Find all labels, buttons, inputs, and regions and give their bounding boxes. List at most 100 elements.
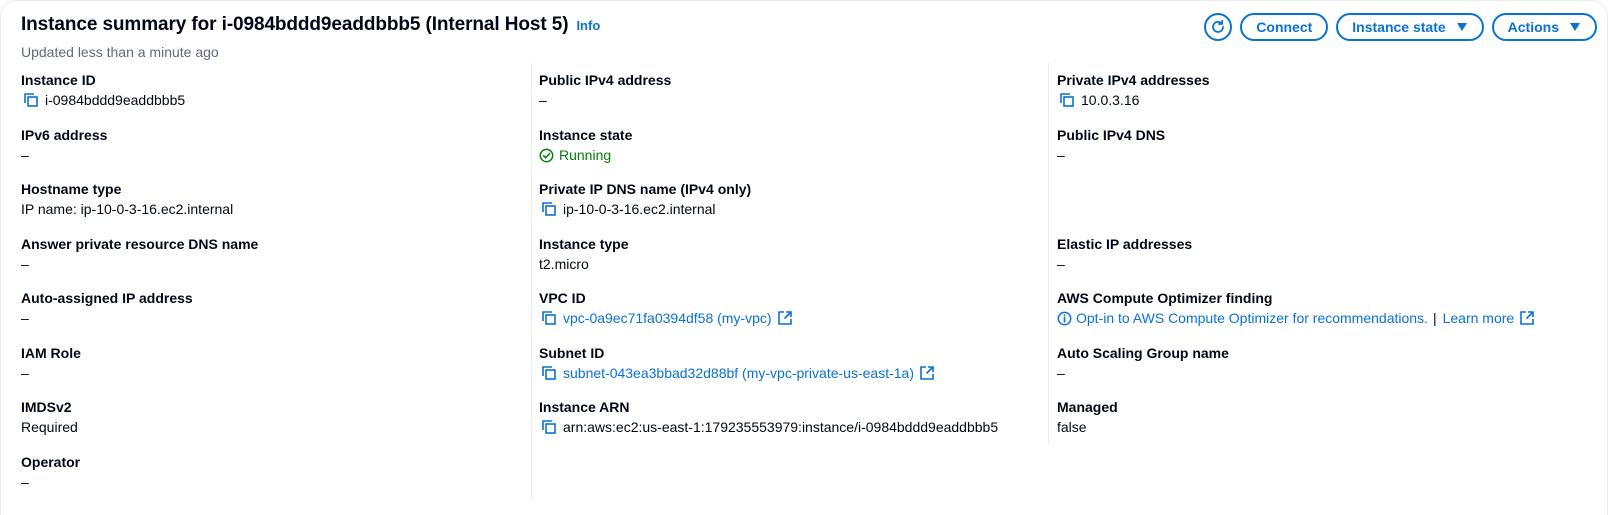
copy-icon[interactable] (542, 202, 556, 216)
private-dns-value: ip-10-0-3-16.ec2.internal (563, 201, 716, 217)
public-dns-value: – (1057, 147, 1065, 163)
instance-type-field: Instance type t2.micro (539, 235, 1039, 273)
field-label: Answer private resource DNS name (21, 236, 259, 252)
refresh-icon (1212, 19, 1225, 33)
external-link-icon[interactable] (1520, 311, 1534, 325)
asg-name-field: Auto Scaling Group name – (1057, 344, 1557, 382)
details-column-3: Private IPv4 addresses 10.0.3.16 Public … (1057, 63, 1597, 515)
field-label: Auto-assigned IP address (21, 290, 193, 306)
answer-dns-field: Answer private resource DNS name – (21, 235, 521, 273)
field-label: Instance state (539, 127, 633, 143)
auto-ip-field: Auto-assigned IP address – (21, 289, 521, 327)
instance-state-value: Running (559, 147, 612, 163)
field-label: Managed (1057, 399, 1118, 415)
field-value: i-0984bddd9eaddbbb5 (21, 91, 521, 109)
header-actions: Connect Instance state Actions (1204, 13, 1597, 41)
instance-state-field: Instance state Running (539, 126, 1039, 164)
field-value: ip-10-0-3-16.ec2.internal (539, 200, 1039, 218)
answer-dns-value: – (21, 256, 29, 272)
elastic-ip-value: – (1057, 256, 1065, 272)
field-label: IPv6 address (21, 127, 108, 143)
field-label: Subnet ID (539, 345, 605, 361)
imdsv2-field: IMDSv2 Required (21, 398, 521, 436)
field-label: Public IPv4 DNS (1057, 127, 1166, 143)
operator-field: Operator – (21, 453, 521, 491)
external-link-icon[interactable] (777, 311, 792, 325)
iam-role-field: IAM Role – (21, 344, 521, 382)
field-label: Instance ARN (539, 399, 630, 415)
instance-summary-panel: Instance summary for i-0984bddd9eaddbbb5… (0, 0, 1608, 515)
asg-name-value: – (1057, 365, 1065, 381)
details-column-1: Instance ID i-0984bddd9eaddbbb5 IPv6 add… (21, 63, 521, 515)
field-label: Auto Scaling Group name (1057, 345, 1229, 361)
field-label: Hostname type (21, 181, 122, 197)
private-dns-field: Private IP DNS name (IPv4 only) ip-10-0-… (539, 180, 1039, 218)
optimizer-opt-in-link[interactable]: Opt-in to AWS Compute Optimizer for reco… (1076, 309, 1428, 327)
auto-ip-value: – (21, 310, 29, 326)
copy-icon[interactable] (542, 420, 556, 434)
public-ipv4-value: – (539, 92, 547, 108)
info-icon (1057, 311, 1072, 326)
field-label: Instance ID (21, 72, 96, 88)
copy-icon[interactable] (1060, 93, 1074, 107)
elastic-ip-field: Elastic IP addresses – (1057, 235, 1557, 273)
details-column-2: Public IPv4 address – Instance state Run… (539, 63, 1039, 515)
private-ipv4-field: Private IPv4 addresses 10.0.3.16 (1057, 71, 1557, 109)
ipv6-address-value: – (21, 147, 29, 163)
instance-id-value: i-0984bddd9eaddbbb5 (45, 92, 186, 108)
actions-label: Actions (1507, 19, 1559, 35)
instance-state-button[interactable]: Instance state (1336, 13, 1484, 41)
field-label: IMDSv2 (21, 399, 72, 415)
vpc-id-link[interactable]: vpc-0a9ec71fa0394df58 (my-vpc) (563, 309, 772, 327)
connect-button[interactable]: Connect (1240, 13, 1329, 41)
column-divider (1048, 63, 1049, 444)
vpc-id-field: VPC ID vpc-0a9ec71fa0394df58 (my-vpc) (539, 289, 1039, 327)
page-title: Instance summary for i-0984bddd9eaddbbb5… (21, 14, 569, 35)
field-label: AWS Compute Optimizer finding (1057, 290, 1273, 306)
private-ipv4-value: 10.0.3.16 (1081, 92, 1140, 108)
instance-id-field: Instance ID i-0984bddd9eaddbbb5 (21, 71, 521, 109)
subnet-id-field: Subnet ID subnet-043ea3bbad32d88bf (my-v… (539, 344, 1039, 382)
field-value: Running (539, 146, 1039, 164)
instance-type-value: t2.micro (539, 256, 589, 272)
instance-arn-field: Instance ARN arn:aws:ec2:us-east-1:17923… (539, 398, 1039, 436)
field-label: Private IP DNS name (IPv4 only) (539, 181, 752, 197)
copy-icon[interactable] (24, 93, 38, 107)
managed-value: false (1057, 419, 1087, 435)
subnet-id-link[interactable]: subnet-043ea3bbad32d88bf (my-vpc-private… (563, 364, 914, 382)
connect-label: Connect (1256, 19, 1313, 35)
copy-icon[interactable] (542, 311, 556, 325)
instance-arn-value: arn:aws:ec2:us-east-1:179235553979:insta… (563, 419, 999, 435)
compute-optimizer-field: AWS Compute Optimizer finding Opt-in to … (1057, 289, 1597, 327)
instance-state-label: Instance state (1352, 19, 1446, 35)
caret-down-icon (1456, 22, 1468, 32)
field-value: arn:aws:ec2:us-east-1:179235553979:insta… (539, 418, 1039, 436)
field-value: subnet-043ea3bbad32d88bf (my-vpc-private… (539, 364, 1039, 382)
field-value: Opt-in to AWS Compute Optimizer for reco… (1057, 309, 1597, 327)
actions-button[interactable]: Actions (1491, 13, 1597, 41)
public-ipv4-field: Public IPv4 address – (539, 71, 1039, 109)
public-dns-field: Public IPv4 DNS – (1057, 126, 1557, 164)
field-label: Instance type (539, 236, 629, 252)
refresh-button[interactable] (1204, 13, 1233, 41)
learn-more-link[interactable]: Learn more (1443, 309, 1515, 327)
check-circle-icon (539, 148, 554, 163)
external-link-icon[interactable] (920, 366, 934, 380)
info-link[interactable]: Info (576, 18, 600, 33)
operator-value: – (21, 474, 29, 490)
field-label: Operator (21, 454, 81, 470)
separator: | (1432, 310, 1437, 326)
hostname-type-value: IP name: ip-10-0-3-16.ec2.internal (21, 201, 234, 217)
column-divider (531, 63, 532, 499)
ipv6-address-field: IPv6 address – (21, 126, 521, 164)
field-value: vpc-0a9ec71fa0394df58 (my-vpc) (539, 309, 1039, 327)
caret-down-icon (1569, 22, 1581, 32)
copy-icon[interactable] (542, 366, 556, 380)
imdsv2-value: Required (21, 419, 78, 435)
field-label: VPC ID (539, 290, 586, 306)
field-value: 10.0.3.16 (1057, 91, 1557, 109)
field-label: IAM Role (21, 345, 81, 361)
field-label: Elastic IP addresses (1057, 236, 1193, 252)
hostname-type-field: Hostname type IP name: ip-10-0-3-16.ec2.… (21, 180, 521, 218)
field-label: Public IPv4 address (539, 72, 672, 88)
